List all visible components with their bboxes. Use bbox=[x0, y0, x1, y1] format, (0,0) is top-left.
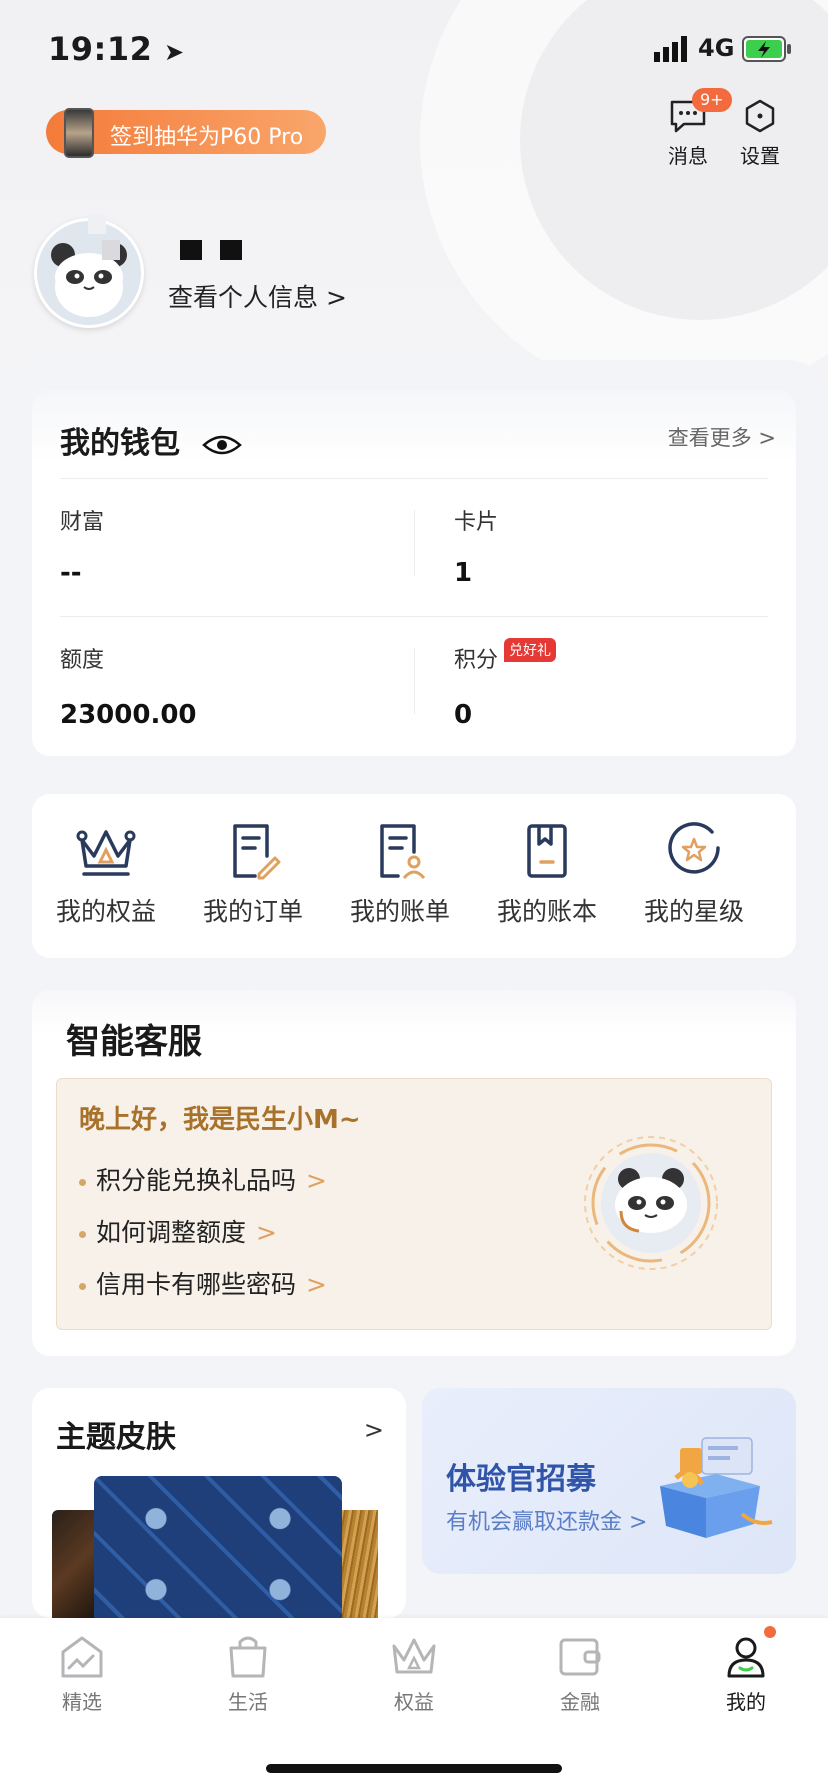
phone-image bbox=[64, 108, 94, 158]
wallet-more-link[interactable]: 查看更多 > bbox=[668, 422, 776, 452]
wallet-title: 我的钱包 bbox=[60, 418, 243, 462]
wealth-value[interactable]: -- bbox=[60, 558, 82, 588]
divider bbox=[60, 616, 768, 617]
quick-link-bills[interactable]: 我的账单 bbox=[326, 822, 474, 928]
avatar-mask bbox=[88, 214, 106, 234]
service-title: 智能客服 bbox=[66, 1022, 202, 1062]
quick-link-orders[interactable]: 我的订单 bbox=[179, 822, 327, 928]
wallet-card: 我的钱包 查看更多 > 财富 -- 卡片 1 额度 23000.00 积分 兑好… bbox=[32, 390, 796, 756]
crown-icon bbox=[76, 830, 136, 876]
quick-link-star-level[interactable]: 我的星级 bbox=[620, 822, 768, 928]
settings-button[interactable]: 设置 bbox=[730, 98, 790, 169]
avatar[interactable] bbox=[34, 218, 144, 328]
settings-hexagon-icon bbox=[745, 99, 775, 133]
cards-value[interactable]: 1 bbox=[454, 558, 472, 588]
skin-title: 主题皮肤 bbox=[56, 1420, 176, 1455]
skin-thumbnail[interactable] bbox=[338, 1510, 378, 1618]
service-question[interactable]: 信用卡有哪些密码 > bbox=[79, 1265, 327, 1301]
recruit-title: 体验官招募 bbox=[446, 1462, 596, 1497]
smart-service-card: 智能客服 晚上好，我是民生小M~ 积分能兑换礼品吗 > 如何调整额度 > 信用卡有哪… bbox=[32, 990, 796, 1356]
assistant-mascot-icon[interactable] bbox=[581, 1133, 721, 1273]
tab-finance[interactable]: 金融 bbox=[520, 1632, 640, 1715]
service-question[interactable]: 积分能兑换礼品吗 > bbox=[79, 1161, 327, 1197]
masked-name bbox=[180, 240, 202, 260]
points-value[interactable]: 0 bbox=[454, 700, 472, 730]
gift-box-icon bbox=[660, 1437, 773, 1538]
status-time: 19:12 ➤ bbox=[48, 30, 185, 68]
signal-icon bbox=[654, 36, 687, 62]
crown-icon bbox=[392, 1638, 436, 1674]
credit-limit-label[interactable]: 额度 bbox=[60, 642, 104, 674]
service-panel: 晚上好，我是民生小M~ 积分能兑换礼品吗 > 如何调整额度 > 信用卡有哪些密码 > bbox=[56, 1078, 772, 1330]
divider bbox=[414, 648, 415, 714]
divider bbox=[414, 510, 415, 576]
tab-life[interactable]: 生活 bbox=[188, 1632, 308, 1715]
cards-label[interactable]: 卡片 bbox=[454, 504, 498, 536]
ledger-icon bbox=[527, 824, 567, 878]
order-icon bbox=[233, 824, 281, 880]
experience-recruit-banner[interactable]: 体验官招募 有机会赢取还款金 > bbox=[422, 1388, 796, 1574]
credit-limit-value[interactable]: 23000.00 bbox=[60, 700, 197, 730]
tab-featured[interactable]: 精选 bbox=[22, 1632, 142, 1715]
view-profile-link[interactable]: 查看个人信息 > bbox=[168, 278, 347, 314]
chevron-right-icon: > bbox=[363, 1416, 384, 1444]
points-label[interactable]: 积分 bbox=[454, 642, 498, 674]
tab-mine[interactable]: 我的 bbox=[686, 1632, 806, 1715]
network-type: 4G bbox=[698, 34, 735, 62]
redeem-gift-badge: 兑好礼 bbox=[504, 638, 556, 662]
theme-skin-card[interactable]: 主题皮肤 > bbox=[32, 1388, 406, 1618]
star-level-icon bbox=[668, 822, 720, 874]
tab-benefits[interactable]: 权益 bbox=[354, 1632, 474, 1715]
quick-link-benefits[interactable]: 我的权益 bbox=[32, 822, 180, 928]
divider bbox=[60, 478, 768, 479]
bag-icon bbox=[229, 1636, 267, 1678]
home-icon bbox=[61, 1636, 103, 1678]
panda-mascot-icon bbox=[37, 221, 141, 325]
home-indicator bbox=[266, 1764, 562, 1773]
avatar-mask bbox=[102, 240, 120, 260]
checkin-promo-button[interactable]: 签到抽华为P60 Pro bbox=[46, 108, 326, 158]
quick-link-ledger[interactable]: 我的账本 bbox=[473, 822, 621, 928]
person-icon bbox=[727, 1637, 765, 1678]
battery-icon bbox=[742, 36, 791, 62]
messages-badge: 9+ bbox=[692, 88, 732, 112]
service-greeting: 晚上好，我是民生小M~ bbox=[79, 1105, 361, 1135]
wallet-icon bbox=[559, 1638, 601, 1676]
eye-icon[interactable] bbox=[202, 433, 243, 457]
skin-thumbnail[interactable] bbox=[94, 1476, 342, 1618]
quick-links-card: 我的权益 我的订单 我的账单 我的账本 我的星级 bbox=[32, 794, 796, 958]
bill-icon bbox=[380, 824, 426, 880]
service-question[interactable]: 如何调整额度 > bbox=[79, 1213, 277, 1249]
wealth-label[interactable]: 财富 bbox=[60, 504, 104, 536]
recruit-subtitle: 有机会赢取还款金 > bbox=[446, 1510, 648, 1535]
notification-dot bbox=[764, 1626, 776, 1638]
masked-name bbox=[220, 240, 242, 260]
